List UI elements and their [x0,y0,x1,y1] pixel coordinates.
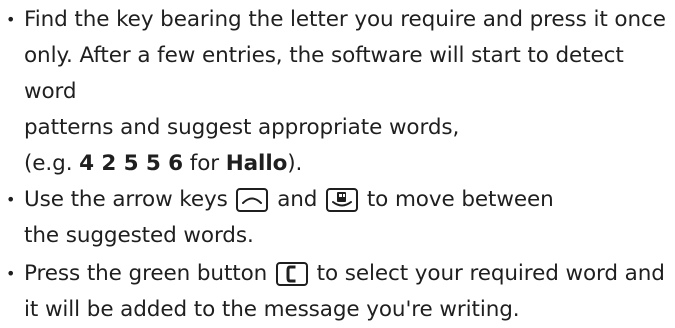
instruction-text: Find the key bearing the letter you requ… [24,7,666,32]
instruction-text: (e.g. [24,151,80,176]
instruction-text: for [183,151,226,176]
instruction-list: • Find the key bearing the letter you re… [0,0,675,328]
up-arrow-key-icon [236,188,269,212]
instruction-text: Use the arrow keys [24,187,235,212]
example-word: Hallo [225,151,288,176]
instruction-text: only. After a few entries, the software … [24,43,624,104]
instruction-text: it will be added to the message you're w… [24,297,520,322]
bullet-marker: • [6,190,16,209]
example-digits: 4 2 5 5 6 [79,151,184,176]
list-item-green-button: • Press the green button to select your … [0,256,675,328]
down-navigation-key-icon [326,188,359,212]
instruction-text: and [270,187,325,212]
instruction-text: to move between [360,187,554,212]
list-item-arrow-keys: • Use the arrow keys and to move between… [0,182,675,254]
instruction-text: Press the green button [24,261,274,286]
instruction-text: the suggested words. [24,223,254,248]
bullet-marker: • [6,10,16,29]
instruction-text: patterns and suggest appropriate words, [24,115,460,140]
bullet-marker: • [6,264,16,283]
instruction-text: ). [287,151,303,176]
green-call-key-icon [275,262,308,286]
list-item-find-key: • Find the key bearing the letter you re… [0,2,675,182]
instruction-text: to select your required word and [309,261,665,286]
